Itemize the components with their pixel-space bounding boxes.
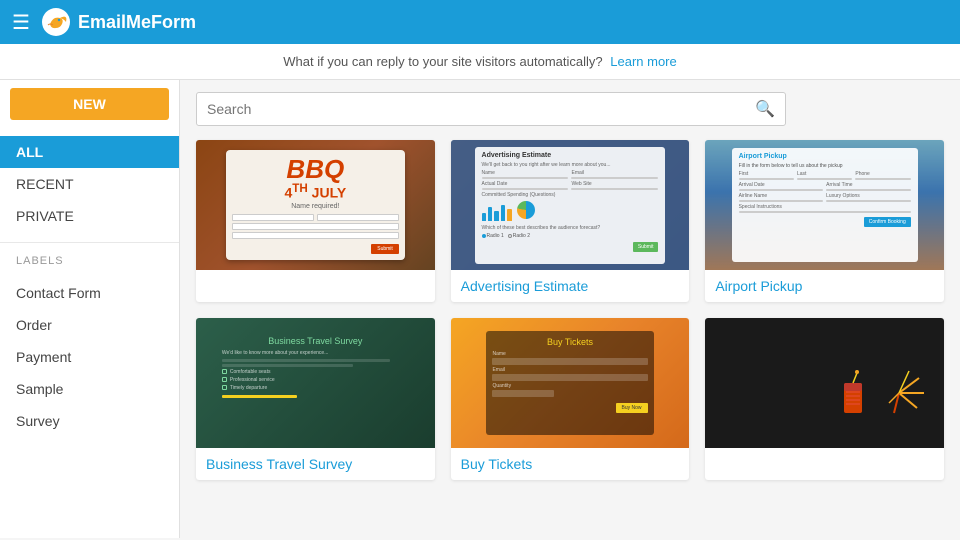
template-card-unknown[interactable]: [705, 318, 944, 480]
logo: EmailMeForm: [40, 6, 196, 38]
search-icon: 🔍: [755, 99, 775, 119]
template-title-airport-pickup: Airport Pickup: [705, 270, 944, 302]
main-content: 🔍 BBQ 4TH JULY Name required!: [180, 80, 960, 538]
sidebar-item-survey[interactable]: Survey: [0, 405, 179, 437]
template-thumb-unknown: [705, 318, 944, 448]
template-thumb-airport-pickup: Airport Pickup Fill in the form below to…: [705, 140, 944, 270]
template-card-airport-pickup[interactable]: Airport Pickup Fill in the form below to…: [705, 140, 944, 302]
menu-icon[interactable]: ☰: [12, 10, 30, 35]
search-bar[interactable]: 🔍: [196, 92, 786, 126]
template-card-advertising-estimate[interactable]: Advertising Estimate We'll get back to y…: [451, 140, 690, 302]
templates-grid: BBQ 4TH JULY Name required!: [196, 140, 944, 480]
sidebar-item-payment[interactable]: Payment: [0, 341, 179, 373]
sidebar-item-order[interactable]: Order: [0, 309, 179, 341]
template-title-buy-tickets: Buy Tickets: [451, 448, 690, 480]
sidebar-item-contact-form[interactable]: Contact Form: [0, 277, 179, 309]
template-card-buy-tickets[interactable]: Buy Tickets Name Email Quantity: [451, 318, 690, 480]
sidebar-item-sample[interactable]: Sample: [0, 373, 179, 405]
bbq-date: 4TH JULY: [284, 182, 346, 201]
template-card-bbq[interactable]: BBQ 4TH JULY Name required!: [196, 140, 435, 302]
sidebar-item-private[interactable]: PRIVATE: [0, 200, 179, 232]
template-thumb-business-travel-survey: Business Travel Survey We'd like to know…: [196, 318, 435, 448]
logo-bird-icon: [40, 6, 72, 38]
firework-icon: [819, 323, 939, 443]
logo-text: EmailMeForm: [78, 12, 196, 33]
sidebar-item-recent[interactable]: RECENT: [0, 168, 179, 200]
sidebar-item-all[interactable]: ALL: [0, 136, 179, 168]
search-input[interactable]: [207, 101, 755, 117]
header: ☰ EmailMeForm: [0, 0, 960, 44]
template-thumb-bbq: BBQ 4TH JULY Name required!: [196, 140, 435, 270]
banner: What if you can reply to your site visit…: [0, 44, 960, 80]
template-title-advertising-estimate: Advertising Estimate: [451, 270, 690, 302]
template-thumb-buy-tickets: Buy Tickets Name Email Quantity: [451, 318, 690, 448]
new-button[interactable]: NEW: [10, 88, 169, 120]
sidebar: NEW ALL RECENT PRIVATE LABELS Contact Fo…: [0, 80, 180, 538]
template-thumb-advertising-estimate: Advertising Estimate We'll get back to y…: [451, 140, 690, 270]
learn-more-link[interactable]: Learn more: [610, 54, 676, 69]
banner-text: What if you can reply to your site visit…: [283, 54, 602, 69]
labels-heading: LABELS: [0, 247, 179, 271]
template-title-business-travel-survey: Business Travel Survey: [196, 448, 435, 480]
sidebar-divider: [0, 242, 179, 243]
template-card-business-travel-survey[interactable]: Business Travel Survey We'd like to know…: [196, 318, 435, 480]
bbq-text: BBQ: [286, 156, 344, 182]
